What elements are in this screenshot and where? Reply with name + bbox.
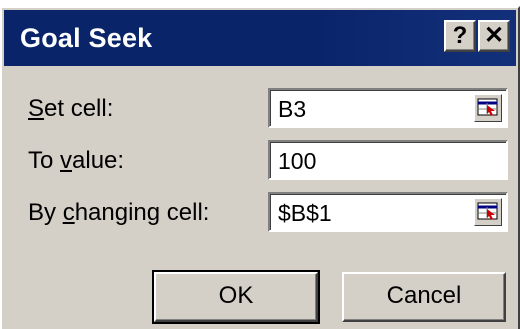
title-bar[interactable]: Goal Seek ? ✕ — [4, 10, 516, 66]
set-cell-label-text: et cell: — [44, 95, 114, 122]
changing-cell-label-text: hanging cell: — [74, 199, 210, 226]
changing-cell-value: $B$1 — [278, 200, 332, 226]
to-value-label-text: alue: — [72, 147, 125, 174]
close-icon: ✕ — [483, 22, 505, 49]
to-value-label-pre: To — [28, 147, 61, 174]
changing-cell-label: By changing cell: — [28, 198, 209, 228]
collapse-dialog-icon — [477, 202, 498, 220]
to-value-label: To value: — [28, 146, 124, 176]
to-value-input[interactable]: 100 — [268, 140, 508, 180]
collapse-dialog-icon — [477, 98, 498, 116]
set-cell-range-picker[interactable] — [474, 94, 502, 122]
to-value-value: 100 — [278, 148, 317, 174]
set-cell-label: Set cell: — [28, 94, 113, 124]
changing-cell-accel: c — [62, 199, 75, 226]
close-button[interactable]: ✕ — [478, 20, 510, 52]
changing-cell-input[interactable]: $B$1 — [268, 192, 508, 232]
to-value-accel: v — [60, 147, 73, 174]
set-cell-value: B3 — [278, 96, 307, 122]
goal-seek-dialog: Goal Seek ? ✕ Set cell: B3 To value: 100… — [0, 6, 520, 329]
help-icon: ? — [452, 22, 468, 49]
dialog-title: Goal Seek — [20, 23, 153, 53]
help-button[interactable]: ? — [444, 20, 476, 52]
changing-cell-range-picker[interactable] — [474, 198, 502, 226]
set-cell-accel: S — [28, 95, 45, 122]
set-cell-input[interactable]: B3 — [268, 88, 508, 128]
cancel-button[interactable]: Cancel — [342, 272, 506, 322]
changing-cell-label-pre: By — [28, 199, 63, 226]
ok-button[interactable]: OK — [152, 270, 320, 324]
